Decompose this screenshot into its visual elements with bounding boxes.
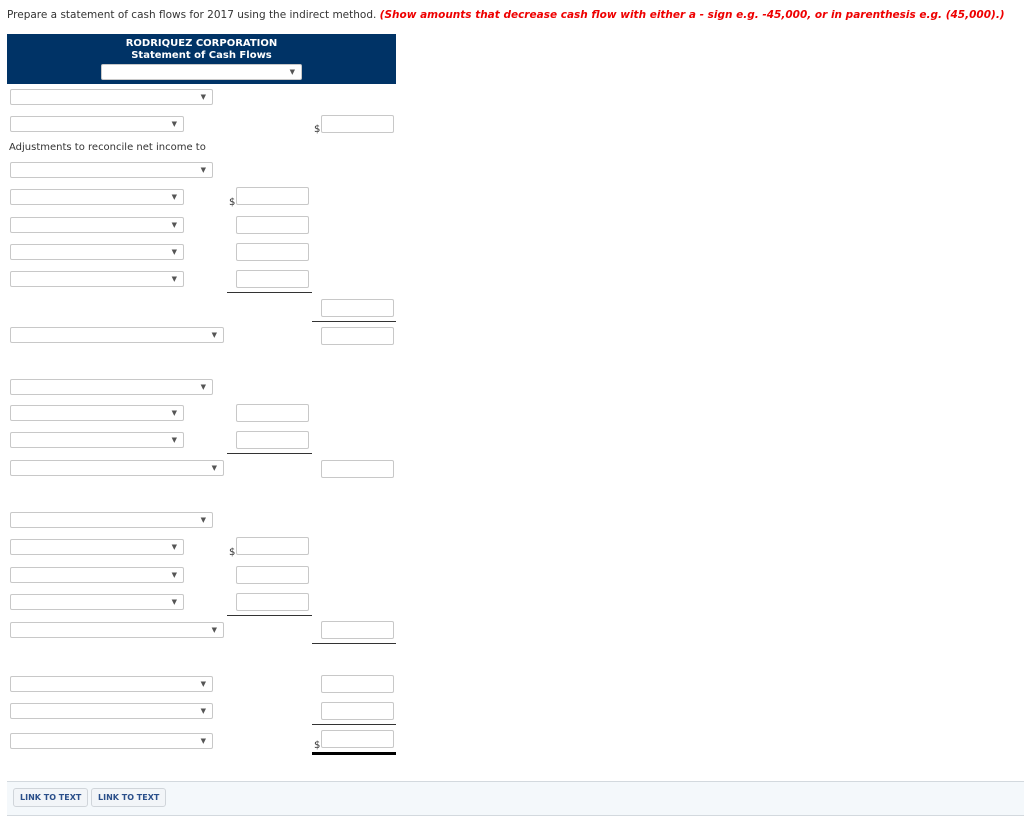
chevron-down-icon: ▼: [200, 707, 206, 715]
chevron-down-icon: ▼: [171, 409, 177, 417]
chevron-down-icon: ▼: [171, 436, 177, 444]
investing-item-select-2[interactable]: ▼: [10, 432, 184, 448]
chevron-down-icon: ▼: [200, 516, 206, 524]
investing-amount-2[interactable]: [236, 431, 309, 449]
adjustment-amount-3[interactable]: [236, 243, 309, 261]
net-cash-financing-amount[interactable]: [321, 621, 394, 639]
chevron-down-icon: ▼: [171, 571, 177, 579]
adjustment-item-select-4[interactable]: ▼: [10, 271, 184, 287]
cash-ending-amount[interactable]: [321, 730, 394, 748]
investing-item-select-1[interactable]: ▼: [10, 405, 184, 421]
chevron-down-icon: ▼: [171, 248, 177, 256]
net-cash-investing-select[interactable]: ▼: [10, 460, 224, 476]
subtotal-line: [227, 615, 312, 616]
adjustment-item-select-2[interactable]: ▼: [10, 217, 184, 233]
chevron-down-icon: ▼: [200, 166, 206, 174]
chevron-down-icon: ▼: [171, 598, 177, 606]
statement-title: Statement of Cash Flows: [131, 50, 272, 61]
section-heading-select-operating[interactable]: ▼: [10, 89, 213, 105]
dollar-sign: $: [229, 547, 236, 558]
adjustment-item-select-3[interactable]: ▼: [10, 244, 184, 260]
section-heading-select-investing[interactable]: ▼: [10, 379, 213, 395]
subtotal-line: [227, 453, 312, 454]
chevron-down-icon: ▼: [171, 543, 177, 551]
chevron-down-icon: ▼: [289, 68, 295, 76]
cash-beginning-amount[interactable]: [321, 702, 394, 720]
chevron-down-icon: ▼: [171, 221, 177, 229]
section-heading-select-financing[interactable]: ▼: [10, 512, 213, 528]
net-change-select[interactable]: ▼: [10, 676, 213, 692]
subtotal-line: [227, 292, 312, 293]
instructions-text: Prepare a statement of cash flows for 20…: [7, 9, 380, 21]
adjustment-item-select-1[interactable]: ▼: [10, 189, 184, 205]
chevron-down-icon: ▼: [171, 275, 177, 283]
net-income-amount[interactable]: [321, 115, 394, 133]
total-adjustments-amount[interactable]: [321, 299, 394, 317]
chevron-down-icon: ▼: [200, 93, 206, 101]
statement-header: RODRIQUEZ CORPORATION Statement of Cash …: [7, 34, 396, 84]
cash-ending-select[interactable]: ▼: [10, 733, 213, 749]
total-double-line: [312, 752, 396, 755]
financing-amount-3[interactable]: [236, 593, 309, 611]
link-to-text-button-1[interactable]: LINK TO TEXT: [13, 788, 89, 807]
chevron-down-icon: ▼: [200, 737, 206, 745]
adjustment-amount-1[interactable]: [236, 187, 309, 205]
financing-item-select-1[interactable]: ▼: [10, 539, 184, 555]
financing-amount-2[interactable]: [236, 566, 309, 584]
chevron-down-icon: ▼: [200, 383, 206, 391]
net-cash-operating-select[interactable]: ▼: [10, 327, 224, 343]
net-change-amount[interactable]: [321, 675, 394, 693]
net-cash-operating-amount[interactable]: [321, 327, 394, 345]
chevron-down-icon: ▼: [211, 626, 217, 634]
adjustment-amount-2[interactable]: [236, 216, 309, 234]
chevron-down-icon: ▼: [211, 464, 217, 472]
adjustments-label: Adjustments to reconcile net income to: [9, 142, 206, 153]
financing-item-select-3[interactable]: ▼: [10, 594, 184, 610]
adjustments-heading-select[interactable]: ▼: [10, 162, 213, 178]
chevron-down-icon: ▼: [211, 331, 217, 339]
dollar-sign: $: [229, 197, 236, 208]
chevron-down-icon: ▼: [200, 680, 206, 688]
dollar-sign: $: [314, 124, 321, 135]
net-income-select[interactable]: ▼: [10, 116, 184, 132]
company-name: RODRIQUEZ CORPORATION: [125, 38, 278, 49]
instructions-note: (Show amounts that decrease cash flow wi…: [379, 9, 1005, 21]
chevron-down-icon: ▼: [171, 193, 177, 201]
adjustment-amount-4[interactable]: [236, 270, 309, 288]
cash-beginning-select[interactable]: ▼: [10, 703, 213, 719]
dollar-sign: $: [314, 740, 321, 751]
subtotal-line: [312, 724, 396, 725]
footer-bar: LINK TO TEXT LINK TO TEXT: [7, 781, 1024, 816]
period-select[interactable]: ▼: [101, 64, 302, 80]
investing-amount-1[interactable]: [236, 404, 309, 422]
net-cash-financing-select[interactable]: ▼: [10, 622, 224, 638]
subtotal-line: [312, 643, 396, 644]
financing-item-select-2[interactable]: ▼: [10, 567, 184, 583]
instructions: Prepare a statement of cash flows for 20…: [7, 9, 1005, 21]
financing-amount-1[interactable]: [236, 537, 309, 555]
net-cash-investing-amount[interactable]: [321, 460, 394, 478]
subtotal-line: [312, 321, 396, 322]
link-to-text-button-2[interactable]: LINK TO TEXT: [91, 788, 167, 807]
chevron-down-icon: ▼: [171, 120, 177, 128]
